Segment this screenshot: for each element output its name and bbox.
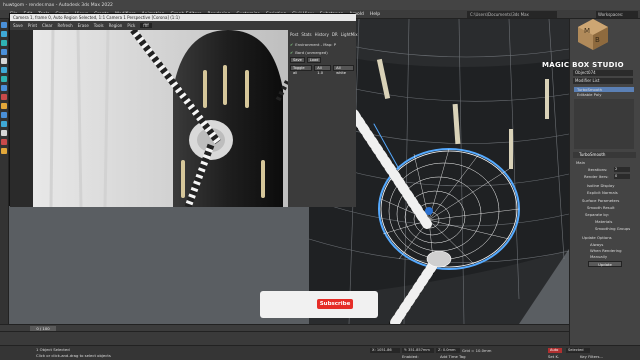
- render-tool-icon[interactable]: [1, 103, 7, 109]
- tools-button[interactable]: Tools: [94, 23, 104, 28]
- command-panel: M B MAGIC BOX STUDIO Object074 Modifier …: [542, 19, 640, 345]
- enabled-label: Enabled:: [402, 354, 419, 359]
- clear-button[interactable]: Clear: [42, 23, 52, 28]
- add-time-tag-button[interactable]: Add Time Tag: [440, 354, 465, 359]
- tab-lightmix[interactable]: LightMix: [341, 32, 358, 37]
- rotate-tool-icon[interactable]: [1, 40, 7, 46]
- pick-value[interactable]: ffff: [140, 23, 152, 28]
- materials-checkbox[interactable]: Materials: [595, 219, 612, 224]
- explicit-normals-checkbox[interactable]: Explicit Normals: [587, 190, 618, 195]
- panel-save-button[interactable]: Save: [290, 57, 305, 63]
- project-path-field[interactable]: C:\Users\Documents\3ds Max: [467, 11, 557, 18]
- print-button[interactable]: Print: [28, 23, 37, 28]
- region-button[interactable]: Region: [109, 23, 123, 28]
- window-title: huwtgom - render.max - Autodesk 3ds Max …: [3, 2, 113, 8]
- key-filters-button[interactable]: Key Filters...: [580, 354, 603, 359]
- move-tool-icon[interactable]: [1, 31, 7, 37]
- iterations-label: Iterations:: [588, 167, 608, 172]
- scale-tool-icon[interactable]: [1, 49, 7, 55]
- render-window-title: Camera 1, frame 0, Auto Region Selected,…: [10, 14, 356, 21]
- stack-item-editable-poly[interactable]: Editable Poly: [574, 92, 634, 97]
- select-tool-icon[interactable]: [1, 22, 7, 28]
- modifier-list-dropdown[interactable]: Modifier List: [573, 78, 633, 84]
- render-iters-label: Render Iters:: [584, 174, 609, 179]
- render-left-panel: [10, 30, 33, 207]
- y-coordinate[interactable]: Y: 351.857mm: [402, 348, 434, 353]
- render-window-toolbar: Save Print Clear Refresh Erase Tools Reg…: [10, 21, 356, 30]
- update-options-label: Update Options: [582, 235, 612, 240]
- svg-text:B: B: [595, 36, 600, 44]
- separate-by-label: Separate by:: [585, 212, 610, 217]
- status-bar: 1 Object Selected Click or click-and-dra…: [0, 345, 640, 360]
- smoothing-groups-checkbox[interactable]: Smoothing Groups: [595, 226, 630, 231]
- title-bar: huwtgom - render.max - Autodesk 3ds Max …: [0, 0, 640, 10]
- grid-size: Grid = 10.0mm: [462, 348, 492, 353]
- erase-button[interactable]: Erase: [78, 23, 89, 28]
- tab-stats[interactable]: Stats: [301, 32, 311, 37]
- subscribe-card: Subscribe: [260, 291, 378, 318]
- auto-key-button[interactable]: Auto: [548, 348, 562, 353]
- logo-text: MAGIC BOX STUDIO: [542, 61, 624, 69]
- manually-radio[interactable]: Manually: [590, 254, 607, 259]
- environment-row[interactable]: ✔ Environment - Map: P: [290, 41, 354, 47]
- when-rendering-radio[interactable]: When Rendering: [590, 248, 622, 253]
- surface-params-label: Surface Parameters: [582, 198, 620, 203]
- always-radio[interactable]: Always: [590, 242, 603, 247]
- set-key-button[interactable]: Set K.: [548, 354, 559, 359]
- subscribe-button[interactable]: Subscribe: [317, 299, 353, 309]
- time-slider[interactable]: 0 / 100: [0, 324, 569, 331]
- material-tool-icon[interactable]: [1, 94, 7, 100]
- tab-history[interactable]: History: [315, 32, 329, 37]
- all-one-button[interactable]: All 1.0: [314, 65, 332, 75]
- curve-tool-icon[interactable]: [1, 112, 7, 118]
- snap-tool-icon[interactable]: [1, 58, 7, 64]
- toggle-all-button[interactable]: Toggle all: [290, 65, 313, 75]
- logo-cube-icon: M B: [578, 19, 608, 50]
- render-frame-window[interactable]: Camera 1, frame 0, Auto Region Selected,…: [9, 13, 358, 207]
- menu-help[interactable]: Help: [370, 12, 380, 17]
- render-setup-icon[interactable]: [1, 130, 7, 136]
- layer-tool-icon[interactable]: [1, 85, 7, 91]
- main-label: Main: [576, 160, 586, 165]
- tab-post[interactable]: Post: [290, 32, 298, 37]
- turbosmooth-rollout[interactable]: TurboSmooth: [573, 152, 636, 158]
- tab-dr[interactable]: DR: [332, 32, 338, 37]
- modifier-stack-area: [574, 99, 634, 149]
- update-button[interactable]: Update: [588, 261, 622, 267]
- render-settings-panel: Post Stats History DR LightMix ✔ Environm…: [288, 30, 358, 207]
- schematic-tool-icon[interactable]: [1, 121, 7, 127]
- align-tool-icon[interactable]: [1, 76, 7, 82]
- save-button[interactable]: Save: [13, 23, 23, 28]
- svg-text:M: M: [584, 27, 590, 35]
- rendered-image: [33, 30, 288, 207]
- isoline-display-checkbox[interactable]: Isoline Display: [587, 183, 614, 188]
- pick-button[interactable]: Pick: [127, 23, 135, 28]
- selection-status: 1 Object Selected: [36, 347, 70, 352]
- mirror-tool-icon[interactable]: [1, 67, 7, 73]
- bard-row[interactable]: ✔ Bard (unmerged): [290, 49, 354, 55]
- refresh-button[interactable]: Refresh: [58, 23, 73, 28]
- object-name-field[interactable]: Object074: [573, 70, 633, 76]
- render-frame-icon[interactable]: [1, 139, 7, 145]
- left-toolbar: [0, 19, 9, 324]
- quick-render-icon[interactable]: [1, 148, 7, 154]
- track-bar[interactable]: [0, 331, 569, 345]
- all-white-button[interactable]: All white: [333, 65, 354, 75]
- smooth-result-checkbox[interactable]: Smooth Result: [587, 205, 615, 210]
- selected-dropdown[interactable]: Selected: [566, 348, 590, 353]
- panel-load-button[interactable]: Load: [306, 57, 322, 63]
- render-iters-spinner[interactable]: 0: [614, 174, 630, 179]
- iterations-spinner[interactable]: 2: [614, 167, 630, 172]
- x-coordinate[interactable]: X: 1051.86: [370, 348, 400, 353]
- prompt-text: Click or click-and-drag to select object…: [36, 353, 111, 358]
- z-coordinate[interactable]: Z: 0.0mm: [436, 348, 460, 353]
